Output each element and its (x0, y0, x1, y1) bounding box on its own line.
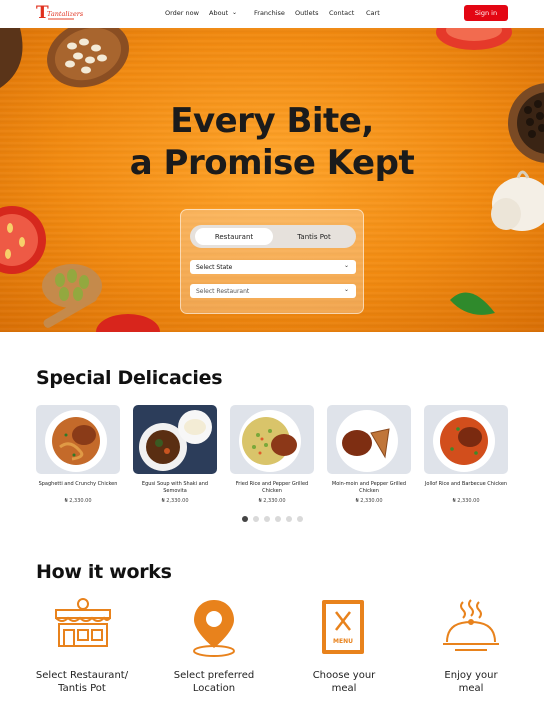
location-pin-icon (193, 600, 235, 657)
dish-image (133, 405, 217, 474)
dish-name: Jollof Rice and Barbecue Chicken (424, 481, 508, 487)
dish-price: ₦ 2,330.00 (258, 498, 286, 504)
sign-in-button[interactable]: Sign in (464, 5, 508, 21)
select-restaurant-value: Select Restaurant (196, 287, 250, 295)
dish-price: ₦ 2,330.00 (355, 498, 383, 504)
chevron-down-icon: ⌄ (343, 262, 349, 269)
step-label-line-2: Tantis Pot (58, 683, 106, 694)
restaurant-search-card: Restaurant Tantis Pot Select State ⌄ Sel… (180, 209, 364, 314)
chevron-down-icon: ⌄ (343, 286, 349, 293)
step-label-line-1: Select Restaurant/ (35, 670, 129, 681)
step-label: Choose your meal (294, 669, 394, 695)
dish-card[interactable]: Fried Rice and Pepper Grilled Chicken ₦ … (230, 405, 314, 504)
step-label-line-1: Select preferred (173, 670, 255, 681)
carousel-dot[interactable] (286, 516, 292, 522)
dish-card[interactable]: Egusi Soup with Shaki and Semovita ₦ 2,3… (133, 405, 217, 504)
carousel-pagination (242, 516, 304, 522)
step-label-line-2: meal (458, 683, 484, 694)
logo-wordmark: Tantalizers (47, 10, 84, 18)
tab-tantis-pot[interactable]: Tantis Pot (276, 228, 352, 245)
carousel-dot[interactable] (275, 516, 281, 522)
tab-restaurant[interactable]: Restaurant (195, 228, 273, 245)
nav-about[interactable]: About (209, 9, 228, 17)
carousel-dot[interactable] (253, 516, 259, 522)
select-restaurant-dropdown[interactable]: Select Restaurant ⌄ (190, 284, 356, 298)
dish-name: Egusi Soup with Shaki and Semovita (141, 481, 209, 494)
nav-cart[interactable]: Cart (366, 9, 380, 17)
step-label: Enjoy your meal (421, 669, 521, 695)
carousel-dot[interactable] (264, 516, 270, 522)
dish-name: Moin-moin and Pepper Grilled Chicken (331, 481, 407, 494)
location-type-tabs: Restaurant Tantis Pot (190, 225, 356, 248)
chevron-down-icon[interactable]: ⌄ (232, 9, 237, 16)
nav-outlets[interactable]: Outlets (295, 9, 319, 17)
brand-logo[interactable]: T Tantalizers (36, 4, 83, 24)
step-label-line-2: Location (192, 683, 236, 694)
carousel-dot-active[interactable] (242, 516, 248, 522)
how-it-works-heading: How it works (36, 561, 172, 583)
step-label: Select Restaurant/ Tantis Pot (32, 669, 132, 695)
dish-price: ₦ 2,330.00 (452, 498, 480, 504)
step-label-line-2: meal (331, 683, 357, 694)
dish-price: ₦ 2,330.00 (64, 498, 92, 504)
dish-card[interactable]: Jollof Rice and Barbecue Chicken ₦ 2,330… (424, 405, 508, 504)
top-navbar: T Tantalizers Order now About ⌄ Franchis… (0, 0, 544, 28)
dish-image (36, 405, 120, 474)
dish-card[interactable]: Spaghetti and Crunchy Chicken ₦ 2,330.00 (36, 405, 120, 504)
hero-headline: Every Bite, a Promise Kept (0, 100, 544, 184)
logo-underline (48, 18, 74, 20)
special-delicacies-heading: Special Delicacies (36, 367, 223, 389)
dish-name: Spaghetti and Crunchy Chicken (38, 481, 118, 487)
dish-price: ₦ 2,330.00 (161, 498, 189, 504)
svg-text:MENU: MENU (333, 638, 353, 645)
step-label-line-1: Choose your (312, 670, 376, 681)
hero-title-line-2: a Promise Kept (129, 143, 415, 183)
carousel-dot[interactable] (297, 516, 303, 522)
hero-banner: Every Bite, a Promise Kept Restaurant Ta… (0, 28, 544, 332)
dish-image (230, 405, 314, 474)
dish-name: Fried Rice and Pepper Grilled Chicken (235, 481, 309, 494)
step-label-line-1: Enjoy your (444, 670, 498, 681)
menu-book-icon: MENU (322, 600, 364, 654)
restaurant-building-icon (55, 598, 111, 647)
select-state-dropdown[interactable]: Select State ⌄ (190, 260, 356, 274)
hero-title-line-1: Every Bite, (170, 101, 374, 141)
dish-card[interactable]: Moin-moin and Pepper Grilled Chicken ₦ 2… (327, 405, 411, 504)
select-state-value: Select State (196, 263, 233, 271)
nav-franchise[interactable]: Franchise (254, 9, 285, 17)
food-cloche-icon (443, 599, 499, 651)
dish-image (327, 405, 411, 474)
dish-image (424, 405, 508, 474)
nav-contact[interactable]: Contact (329, 9, 354, 17)
nav-order-now[interactable]: Order now (165, 9, 199, 17)
step-label: Select preferred Location (164, 669, 264, 695)
